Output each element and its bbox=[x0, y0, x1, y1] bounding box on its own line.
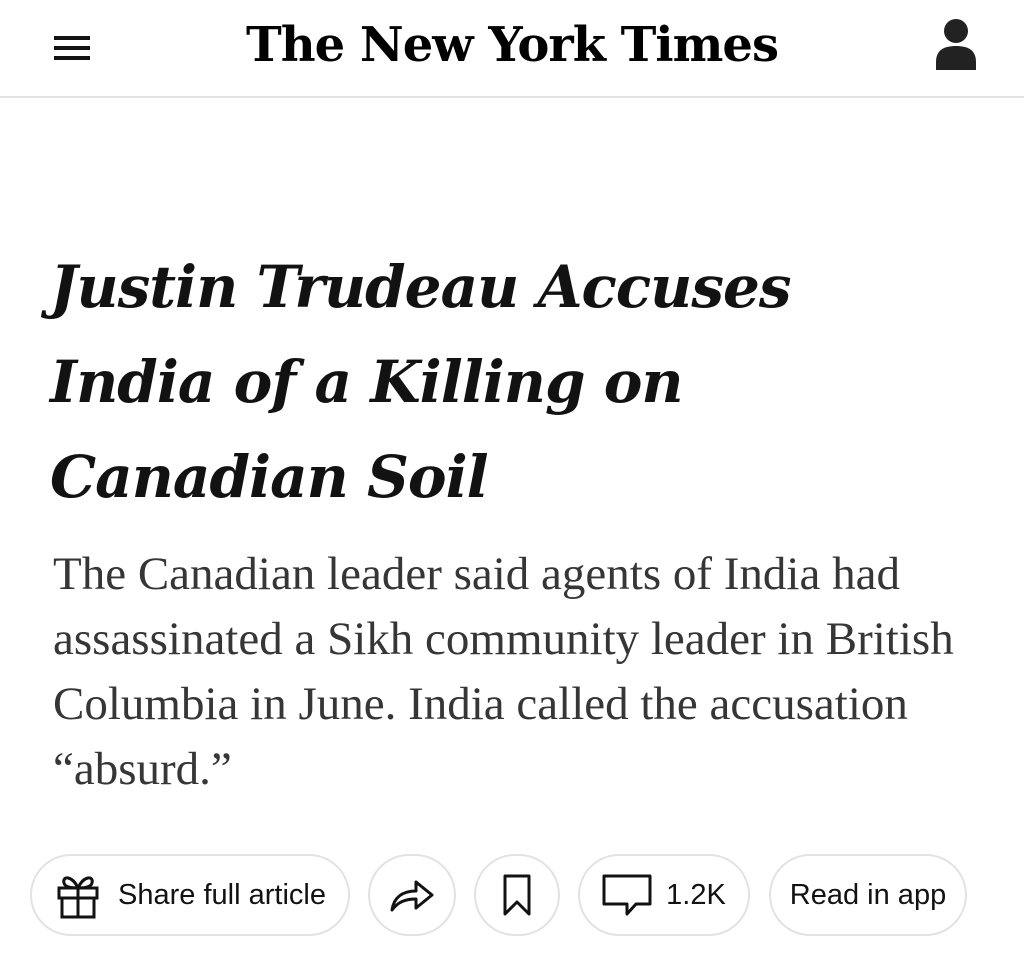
person-icon bbox=[936, 19, 976, 70]
top-bar: The New York Times bbox=[0, 0, 1024, 98]
gift-icon bbox=[57, 876, 99, 919]
hamburger-menu-icon bbox=[54, 36, 90, 60]
account-button[interactable] bbox=[922, 10, 990, 78]
article-summary: The Canadian leader said agents of India… bbox=[53, 548, 954, 795]
comment-count: 1.2K bbox=[666, 878, 726, 911]
share-button[interactable] bbox=[368, 854, 456, 936]
share-arrow-icon bbox=[390, 880, 434, 912]
read-in-app-label: Read in app bbox=[789, 878, 947, 911]
comment-icon bbox=[602, 874, 652, 916]
share-full-article-button[interactable]: Share full article bbox=[30, 854, 350, 936]
masthead-logo[interactable]: The New York Times bbox=[212, 5, 812, 85]
comments-button[interactable]: 1.2K bbox=[578, 854, 750, 936]
share-full-article-label: Share full article bbox=[118, 878, 326, 911]
bookmark-icon bbox=[503, 874, 531, 916]
menu-button[interactable] bbox=[44, 20, 100, 76]
read-in-app-button[interactable]: Read in app bbox=[769, 854, 967, 936]
save-button[interactable] bbox=[474, 854, 560, 936]
article-headline: Justin Trudeau Accuses India of a Killin… bbox=[50, 253, 792, 511]
